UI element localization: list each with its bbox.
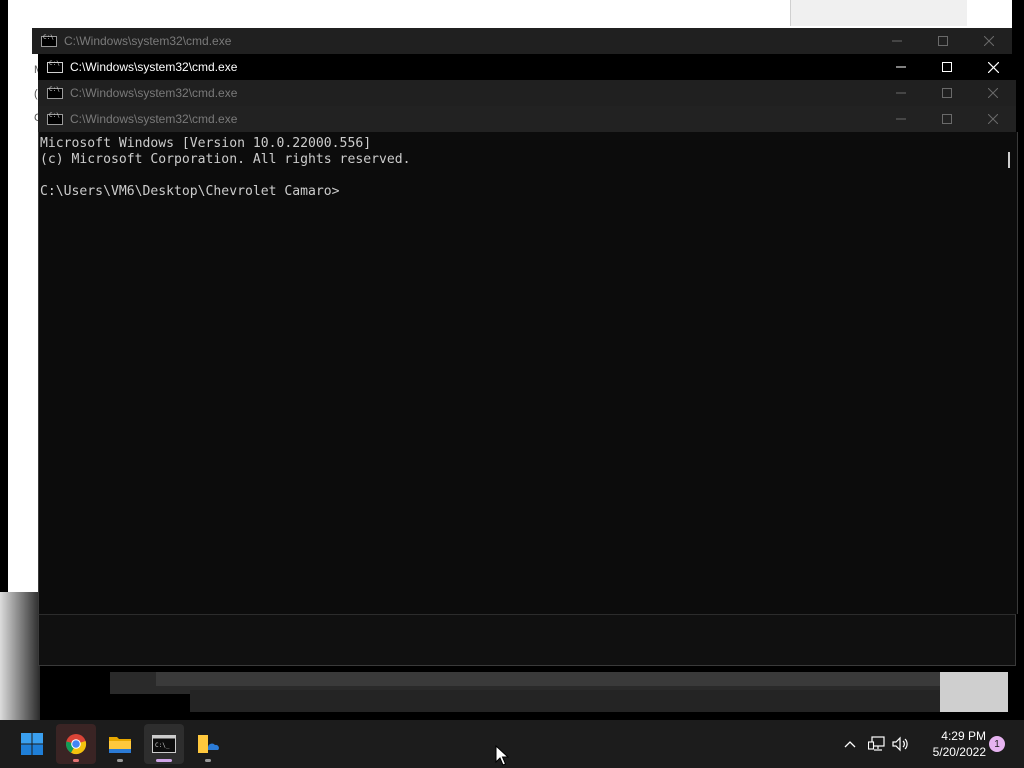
maximize-icon (942, 114, 952, 124)
window-ghost-trail (0, 592, 40, 720)
close-button[interactable] (966, 28, 1012, 54)
window-title: C:\Windows\system32\cmd.exe (70, 112, 238, 126)
show-hidden-icons-button[interactable] (840, 720, 860, 768)
cmd-icon (47, 86, 63, 99)
minimize-icon (892, 40, 902, 42)
console-line: (c) Microsoft Corporation. All rights re… (40, 152, 411, 167)
window-ghost-trail (156, 672, 940, 686)
close-button[interactable] (970, 106, 1016, 132)
console-line: Microsoft Windows [Version 10.0.22000.55… (40, 136, 372, 151)
window-ghost-trail (940, 672, 1008, 712)
clock[interactable]: 4:29 PM 5/20/2022 (933, 728, 986, 760)
taskbar-chrome-button[interactable] (56, 724, 96, 764)
maximize-button[interactable] (924, 80, 970, 106)
minimize-button[interactable] (878, 54, 924, 80)
active-indicator (156, 759, 172, 762)
clock-time: 4:29 PM (941, 729, 986, 743)
cmd-window-titlebar[interactable]: C:\Windows\system32\cmd.exe (38, 80, 1016, 106)
console-prompt[interactable]: C:\Users\VM6\Desktop\Chevrolet Camaro> (40, 184, 411, 200)
svg-text:C:\_: C:\_ (155, 742, 170, 749)
minimize-button[interactable] (878, 80, 924, 106)
close-button[interactable] (970, 54, 1016, 80)
windows-logo-icon (21, 733, 43, 755)
background-window-edge (790, 0, 967, 26)
scrollbar-thumb[interactable] (1008, 152, 1010, 168)
window-title: C:\Windows\system32\cmd.exe (64, 34, 232, 48)
running-indicator (73, 759, 79, 762)
clock-date: 5/20/2022 (932, 745, 986, 759)
taskbar-explorer-button[interactable] (100, 724, 140, 764)
folder-icon (109, 737, 131, 753)
window-title: C:\Windows\system32\cmd.exe (70, 86, 238, 100)
taskbar-cmd-button[interactable]: C:\_ (144, 724, 184, 764)
speaker-icon (892, 736, 908, 752)
close-icon (988, 88, 998, 98)
maximize-button[interactable] (924, 54, 970, 80)
start-button[interactable] (12, 724, 52, 764)
maximize-button[interactable] (924, 106, 970, 132)
cmd-window-titlebar-active[interactable]: C:\Windows\system32\cmd.exe (38, 54, 1016, 80)
minimize-icon (896, 92, 906, 94)
maximize-icon (942, 88, 952, 98)
terminal-icon: C:\_ (152, 735, 176, 753)
running-indicator (205, 759, 211, 762)
console-output[interactable]: Microsoft Windows [Version 10.0.22000.55… (38, 132, 1018, 614)
chrome-icon (66, 734, 87, 755)
cmd-window-titlebar[interactable]: C:\Windows\system32\cmd.exe (38, 106, 1016, 132)
notification-badge[interactable]: 1 (989, 736, 1005, 752)
minimize-icon (896, 66, 906, 68)
cmd-icon (47, 60, 63, 73)
close-button[interactable] (970, 80, 1016, 106)
cmd-window-titlebar[interactable]: C:\Windows\system32\cmd.exe (32, 28, 1012, 54)
network-button[interactable] (866, 720, 888, 768)
chevron-up-icon (844, 741, 856, 748)
maximize-button[interactable] (920, 28, 966, 54)
close-icon (987, 61, 999, 73)
close-icon (988, 114, 998, 124)
cmd-icon (41, 34, 57, 47)
onedrive-folder-icon (198, 735, 219, 753)
window-ghost-trail (190, 690, 1008, 712)
network-icon (868, 736, 885, 751)
window-title: C:\Windows\system32\cmd.exe (70, 60, 238, 74)
volume-button[interactable] (890, 720, 912, 768)
console-bottom-area (38, 614, 1016, 666)
maximize-icon (942, 62, 952, 72)
close-icon (984, 36, 994, 46)
maximize-icon (938, 36, 948, 46)
minimize-button[interactable] (878, 106, 924, 132)
cmd-icon (47, 112, 63, 125)
taskbar: C:\_ 4:29 PM 5/20/2022 1 (0, 720, 1024, 768)
minimize-button[interactable] (874, 28, 920, 54)
mouse-cursor-icon (495, 745, 509, 766)
running-indicator (117, 759, 123, 762)
minimize-icon (896, 118, 906, 120)
taskbar-onedrive-folder-button[interactable] (188, 724, 228, 764)
